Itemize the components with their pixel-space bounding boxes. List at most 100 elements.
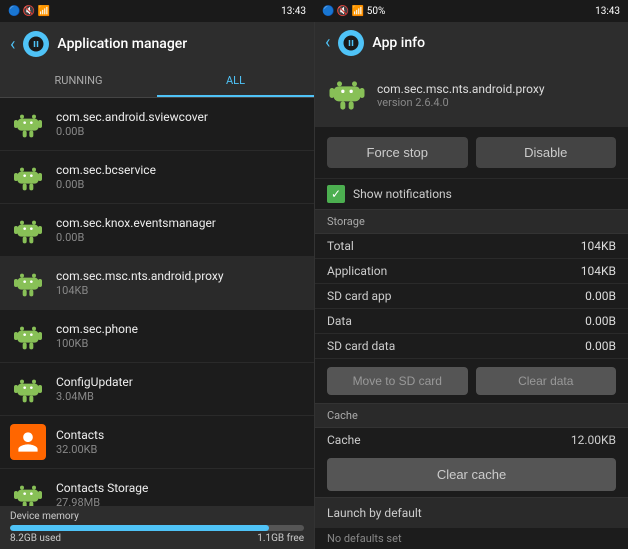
storage-sdcard-data-value: 0.00B xyxy=(585,339,616,353)
storage-sdcard-app-value: 0.00B xyxy=(585,289,616,303)
memory-fill xyxy=(10,525,269,531)
storage-sdcard-data-row: SD card data 0.00B xyxy=(315,334,628,359)
move-to-sd-button[interactable]: Move to SD card xyxy=(327,367,468,395)
app-icon xyxy=(10,265,46,301)
app-info-text: com.sec.msc.nts.android.proxy version 2.… xyxy=(377,82,545,109)
app-size: 3.04MB xyxy=(56,390,304,403)
launch-by-default-row: Launch by default xyxy=(315,497,628,528)
app-icon xyxy=(10,371,46,407)
app-size: 100KB xyxy=(56,337,304,350)
show-notifications-label: Show notifications xyxy=(353,187,452,201)
app-icon xyxy=(10,159,46,195)
storage-total-label: Total xyxy=(327,239,354,253)
notifications-checkbox[interactable]: ✓ xyxy=(327,185,345,203)
app-icon xyxy=(10,106,46,142)
memory-used: 8.2GB used xyxy=(10,533,61,544)
app-name: com.sec.android.sviewcover xyxy=(56,110,304,126)
storage-sdcard-app-row: SD card app 0.00B xyxy=(315,284,628,309)
storage-total-row: Total 104KB xyxy=(315,234,628,259)
app-name: Contacts xyxy=(56,428,304,444)
list-item[interactable]: ConfigUpdater 3.04MB xyxy=(0,363,314,416)
app-android-icon xyxy=(327,73,367,117)
app-name: Contacts Storage xyxy=(56,481,304,497)
storage-application-value: 104KB xyxy=(581,264,616,278)
clear-cache-button[interactable]: Clear cache xyxy=(327,458,616,491)
storage-sdcard-data-label: SD card data xyxy=(327,339,395,353)
left-panel: 🔵 🔇 📶 13:43 ‹ Application manager RUNNIN… xyxy=(0,0,314,549)
app-icon xyxy=(10,318,46,354)
app-info: com.sec.android.sviewcover 0.00B xyxy=(56,110,304,139)
right-back-button[interactable]: ‹ xyxy=(325,32,330,53)
cache-section-header: Cache xyxy=(315,403,628,428)
app-size: 32.00KB xyxy=(56,443,304,456)
app-info: com.sec.phone 100KB xyxy=(56,322,304,351)
storage-data-value: 0.00B xyxy=(585,314,616,328)
sd-buttons-row: Move to SD card Clear data xyxy=(315,359,628,403)
launch-by-default-label: Launch by default xyxy=(327,506,422,520)
status-time-right: 13:43 xyxy=(595,6,620,17)
storage-sdcard-app-label: SD card app xyxy=(327,289,392,303)
list-item[interactable]: com.sec.knox.eventsmanager 0.00B xyxy=(0,204,314,257)
right-panel: 🔵 🔇 📶 50% 13:43 ‹ App info xyxy=(314,0,628,549)
cache-value: 12.00KB xyxy=(571,433,616,447)
app-name: com.sec.bcservice xyxy=(56,163,304,179)
app-info-name: com.sec.msc.nts.android.proxy xyxy=(377,82,545,96)
status-time-left: 13:43 xyxy=(281,6,306,17)
list-item[interactable]: com.sec.phone 100KB xyxy=(0,310,314,363)
app-size: 0.00B xyxy=(56,125,304,138)
app-info-icon xyxy=(338,30,364,56)
app-manager-icon xyxy=(23,31,49,57)
app-tabs: RUNNING ALL xyxy=(0,66,314,98)
right-header: ‹ App info xyxy=(315,22,628,63)
app-name: ConfigUpdater xyxy=(56,375,304,391)
app-info: com.sec.msc.nts.android.proxy 104KB xyxy=(56,269,304,298)
app-size: 0.00B xyxy=(56,231,304,244)
app-icon xyxy=(10,477,46,506)
memory-free: 1.1GB free xyxy=(257,533,304,544)
storage-total-value: 104KB xyxy=(581,239,616,253)
contacts-icon xyxy=(10,424,46,460)
app-icon xyxy=(10,212,46,248)
app-info-header: com.sec.msc.nts.android.proxy version 2.… xyxy=(315,63,628,127)
tab-running[interactable]: RUNNING xyxy=(0,66,157,97)
app-info: ConfigUpdater 3.04MB xyxy=(56,375,304,404)
disable-button[interactable]: Disable xyxy=(476,137,617,168)
tab-all[interactable]: ALL xyxy=(157,66,314,97)
right-panel-title: App info xyxy=(372,35,425,51)
app-list: com.sec.android.sviewcover 0.00B xyxy=(0,98,314,506)
app-name: com.sec.phone xyxy=(56,322,304,338)
storage-section-header: Storage xyxy=(315,209,628,234)
left-header: ‹ Application manager xyxy=(0,22,314,66)
memory-progress-bar xyxy=(10,525,304,531)
list-item[interactable]: com.sec.android.sviewcover 0.00B xyxy=(0,98,314,151)
action-buttons: Force stop Disable xyxy=(315,127,628,178)
device-memory-label: Device memory xyxy=(10,511,79,522)
storage-application-row: Application 104KB xyxy=(315,259,628,284)
back-button[interactable]: ‹ xyxy=(10,34,15,55)
storage-data-row: Data 0.00B xyxy=(315,309,628,334)
force-stop-button[interactable]: Force stop xyxy=(327,137,468,168)
left-panel-title: Application manager xyxy=(57,36,187,52)
app-info: com.sec.bcservice 0.00B xyxy=(56,163,304,192)
cache-row: Cache 12.00KB xyxy=(315,428,628,452)
app-name: com.sec.msc.nts.android.proxy xyxy=(56,269,304,285)
storage-application-label: Application xyxy=(327,264,387,278)
status-icons-left: 🔵 🔇 📶 xyxy=(8,6,50,17)
no-defaults-text: No defaults set xyxy=(315,528,628,549)
app-size: 104KB xyxy=(56,284,304,297)
cache-label: Cache xyxy=(327,433,361,447)
app-size: 0.00B xyxy=(56,178,304,191)
app-info: com.sec.knox.eventsmanager 0.00B xyxy=(56,216,304,245)
list-item[interactable]: Contacts Storage 27.98MB xyxy=(0,469,314,506)
storage-data-label: Data xyxy=(327,314,352,328)
list-item[interactable]: com.sec.bcservice 0.00B xyxy=(0,151,314,204)
show-notifications-row[interactable]: ✓ Show notifications xyxy=(315,178,628,209)
clear-data-button[interactable]: Clear data xyxy=(476,367,617,395)
app-size: 27.98MB xyxy=(56,496,304,506)
app-info: Contacts Storage 27.98MB xyxy=(56,481,304,506)
device-memory-footer: Device memory 8.2GB used 1.1GB free xyxy=(0,506,314,549)
list-item[interactable]: com.sec.msc.nts.android.proxy 104KB xyxy=(0,257,314,310)
app-info-version: version 2.6.4.0 xyxy=(377,96,545,109)
app-info: Contacts 32.00KB xyxy=(56,428,304,457)
list-item[interactable]: Contacts 32.00KB xyxy=(0,416,314,469)
